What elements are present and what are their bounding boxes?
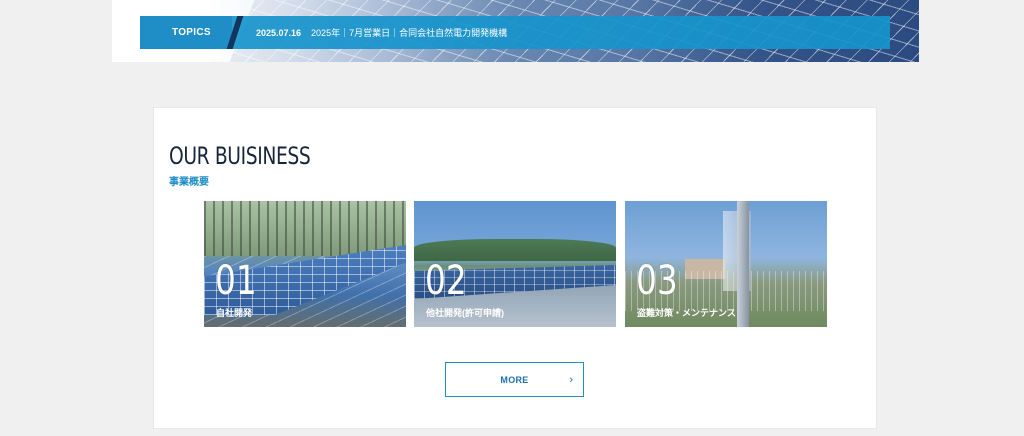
section-title: OUR BUISINESS	[169, 142, 311, 170]
card-number: 01	[215, 258, 257, 304]
topics-label: TOPICS	[140, 16, 232, 49]
chevron-right-icon: ›	[569, 374, 573, 386]
business-card-other-development[interactable]: 02 他社開発(許可申請)	[414, 201, 616, 327]
business-card-self-development[interactable]: 01 自社開発	[204, 201, 406, 327]
section-subtitle: 事業概要	[169, 177, 209, 188]
topics-headline-link[interactable]: 2025年｜7月営業日｜合同会社自然電力開発機構	[311, 26, 507, 39]
business-card-theft-prevention-maintenance[interactable]: 03 盗難対策・メンテナンス	[625, 201, 827, 327]
topics-date: 2025.07.16	[256, 27, 302, 38]
card-label: 盗難対策・メンテナンス	[637, 308, 736, 318]
page: TOPICS 2025.07.16 2025年｜7月営業日｜合同会社自然電力開発…	[0, 0, 1024, 436]
utility-pole-graphic	[737, 201, 749, 327]
card-label: 自社開発	[216, 308, 253, 318]
card-label: 他社開発(許可申請)	[426, 308, 504, 318]
more-button-label: MORE	[500, 374, 529, 385]
business-section: OUR BUISINESS 事業概要 01 自社開発 02 他社開発(許可申請)	[154, 108, 876, 428]
card-number: 02	[425, 258, 467, 304]
more-button[interactable]: MORE ›	[445, 362, 584, 397]
business-cards: 01 自社開発 02 他社開発(許可申請) 03 盗難対策・メンテナンス	[204, 201, 827, 327]
card-number: 03	[636, 258, 678, 304]
topics-bar[interactable]: TOPICS 2025.07.16 2025年｜7月営業日｜合同会社自然電力開発…	[140, 16, 890, 49]
forest-backdrop	[204, 201, 406, 256]
